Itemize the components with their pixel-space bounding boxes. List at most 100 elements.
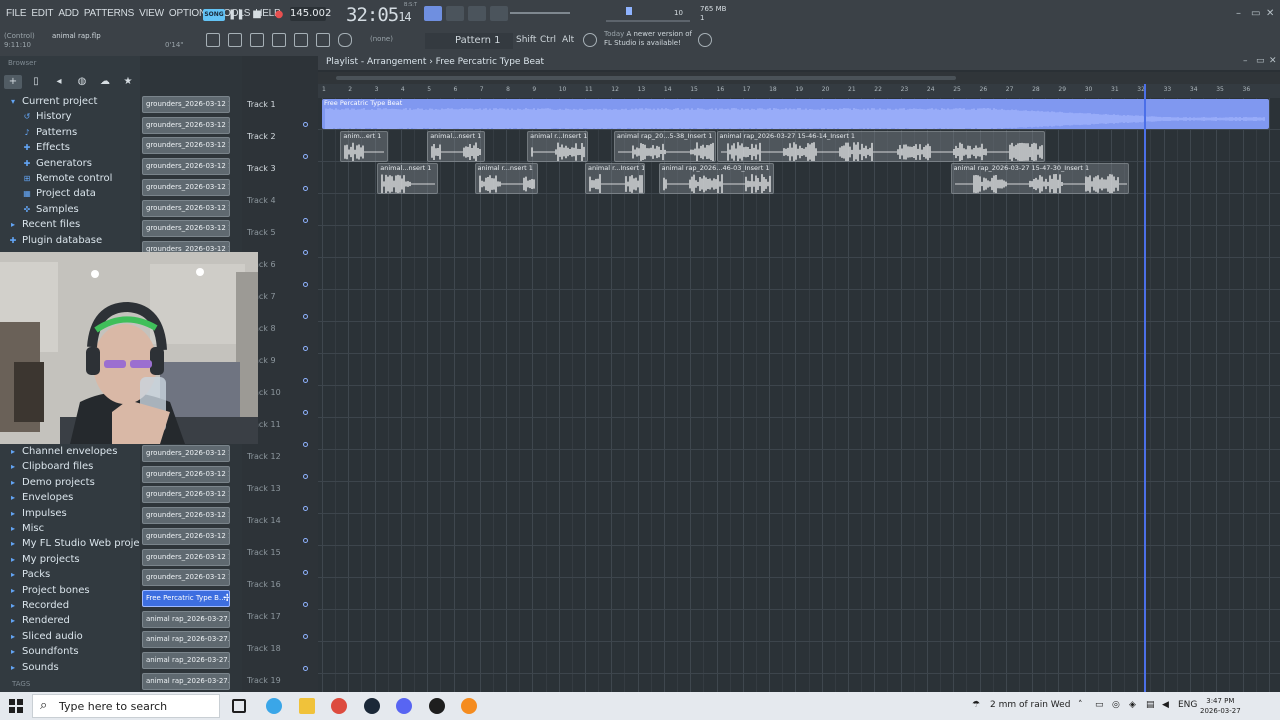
browser-item-packs[interactable]: ▸ Packs [8,567,154,582]
volume-icon[interactable]: ◀ [1162,700,1169,710]
picker-item[interactable]: grounders_2026-03-12 1... [142,569,230,587]
track-lane[interactable] [318,162,1280,194]
menu-file[interactable]: FILE [6,8,27,19]
browser-item-samples[interactable]: ✜ Samples [8,202,112,217]
picker-item[interactable]: animal rap_2026-03-27... [142,652,230,669]
news-panel[interactable]: Today A newer version of FL Studio is av… [604,30,692,48]
maximize-icon[interactable]: ▭ [1251,8,1260,19]
ctrl-key[interactable]: Ctrl [540,35,556,45]
browser-item-clipboard-files[interactable]: ▸ Clipboard files [8,459,154,474]
track-label[interactable]: Track 12 [247,452,281,461]
picker-item[interactable]: animal rap_2026-03-27... [142,672,230,690]
snap-select[interactable]: (none) [370,35,393,43]
file-explorer-icon[interactable] [299,698,315,714]
weather-text[interactable]: 2 mm of rain Wed [990,700,1070,710]
track-label[interactable]: Track 15 [247,548,281,557]
track-mute-icon[interactable] [303,282,308,287]
playlist-icon[interactable] [272,33,286,47]
track-mute-icon[interactable] [303,506,308,511]
track-label[interactable]: Track 18 [247,644,281,653]
playlist-minimize-icon[interactable]: – [1243,56,1248,66]
tray-icon-3[interactable]: ◈ [1129,700,1136,710]
track-label[interactable]: Track 1 [247,100,276,109]
track-mute-icon[interactable] [303,314,308,319]
taskbar-search[interactable]: ⌕ Type here to search [32,694,220,718]
track-lane[interactable] [318,258,1280,290]
browser-item-channel-envelopes[interactable]: ▸ Channel envelopes [8,444,154,459]
playlist-grid[interactable]: Free Percatric Type Beat anim...ert 1 anim… [318,84,1280,706]
track-mute-icon[interactable] [303,218,308,223]
track-lane[interactable] [318,514,1280,546]
track-label[interactable]: Track 17 [247,612,281,621]
track-lane[interactable] [318,546,1280,578]
picker-item[interactable]: animal rap_2026-03-27... [142,610,230,628]
globe-icon[interactable]: ◍ [73,75,91,89]
track-mute-icon[interactable] [303,634,308,639]
browser-item-plugin-database[interactable]: ✚ Plugin database [8,233,112,248]
playlist-close-icon[interactable]: ✕ [1269,56,1277,66]
audio-clip[interactable]: animal...nsert 1 [427,131,486,162]
plugin-picker-icon[interactable] [316,33,330,47]
playlist-scrollbar[interactable] [318,72,1280,84]
track-mute-icon[interactable] [303,250,308,255]
taskbar-clock[interactable]: 3:47 PM 2026-03-27 [1200,696,1241,716]
browser-item-effects[interactable]: ✚ Effects [8,140,112,155]
steam-icon[interactable] [364,698,380,714]
picker-item[interactable]: grounders_2026-03-12 1... [142,486,230,504]
track-mute-icon[interactable] [303,538,308,543]
tray-icon-1[interactable]: ▭ [1095,700,1104,710]
track-mute-icon[interactable] [303,346,308,351]
language-indicator[interactable]: ENG [1178,700,1197,710]
picker-item[interactable]: grounders_2026-03-12 1... [142,507,230,525]
track-label[interactable]: Track 13 [247,484,281,493]
browser-item-sounds[interactable]: ▸ Sounds [8,660,154,675]
browser-icon[interactable] [294,33,308,47]
track-label[interactable]: Track 14 [247,516,281,525]
track-lane[interactable] [318,418,1280,450]
track-mute-icon[interactable] [303,602,308,607]
audio-clip[interactable]: Free Percatric Type Beat [322,99,1269,129]
audio-clip[interactable]: animal...nsert 1 [377,163,438,194]
arrow-icon[interactable]: ◂ [50,75,68,89]
picker-item[interactable]: grounders_2026-03-12 1... [142,527,230,545]
picker-item[interactable]: grounders_2026-03-12 1... [142,199,230,217]
tray-icon-2[interactable]: ◎ [1112,700,1120,710]
track-lane[interactable] [318,226,1280,258]
playhead[interactable] [1144,84,1146,692]
track-lane[interactable] [318,386,1280,418]
audio-clip[interactable]: animal rap_2026-03-27 15-46-14_Insert 1 [716,131,1046,162]
breadcrumb[interactable]: Playlist - Arrangement › Free Percatric … [326,57,544,67]
track-lane[interactable] [318,610,1280,642]
browser-item-rendered[interactable]: ▸ Rendered [8,613,154,628]
browser-item-envelopes[interactable]: ▸ Envelopes [8,490,154,505]
track-label[interactable]: Track 4 [247,196,276,205]
record-icon[interactable]: ● [271,8,287,22]
master-pitch-slider[interactable] [510,12,570,14]
windows-start-icon[interactable] [9,699,23,713]
track-mute-icon[interactable] [303,442,308,447]
update-icon[interactable] [698,33,712,47]
browser-item-history[interactable]: ↺ History [8,109,112,124]
picker-item[interactable]: grounders_2026-03-12 1... [142,465,230,483]
track-mute-icon[interactable] [303,570,308,575]
mixer-icon[interactable] [206,33,220,47]
track-lane[interactable] [318,578,1280,610]
track-lane[interactable] [318,354,1280,386]
track-label[interactable]: Track 3 [247,164,276,173]
song-time-display[interactable]: 32:0514 [346,4,412,26]
audio-clip[interactable]: animal rap_20...5-38_Insert 1 [613,131,717,162]
minimize-icon[interactable]: – [1236,8,1241,19]
browser-item-patterns[interactable]: ♪ Patterns [8,125,112,140]
song-mode-button[interactable]: SONG [203,9,225,21]
file-icon[interactable]: ▯ [27,75,45,89]
browser-item-remote-control[interactable]: ⊞ Remote control [8,171,113,186]
picker-item[interactable]: grounders_2026-03-12 1... [142,137,230,155]
menu-view[interactable]: VIEW [139,8,164,19]
browser-item-impulses[interactable]: ▸ Impulses [8,506,154,521]
chrome-icon[interactable] [331,698,347,714]
picker-item-selected[interactable]: Free Percatric Type B...✢ [142,589,230,607]
playlist-maximize-icon[interactable]: ▭ [1256,56,1265,66]
network-icon[interactable]: ▤ [1146,700,1155,710]
track-mute-icon[interactable] [303,474,308,479]
piano-roll-icon[interactable] [250,33,264,47]
